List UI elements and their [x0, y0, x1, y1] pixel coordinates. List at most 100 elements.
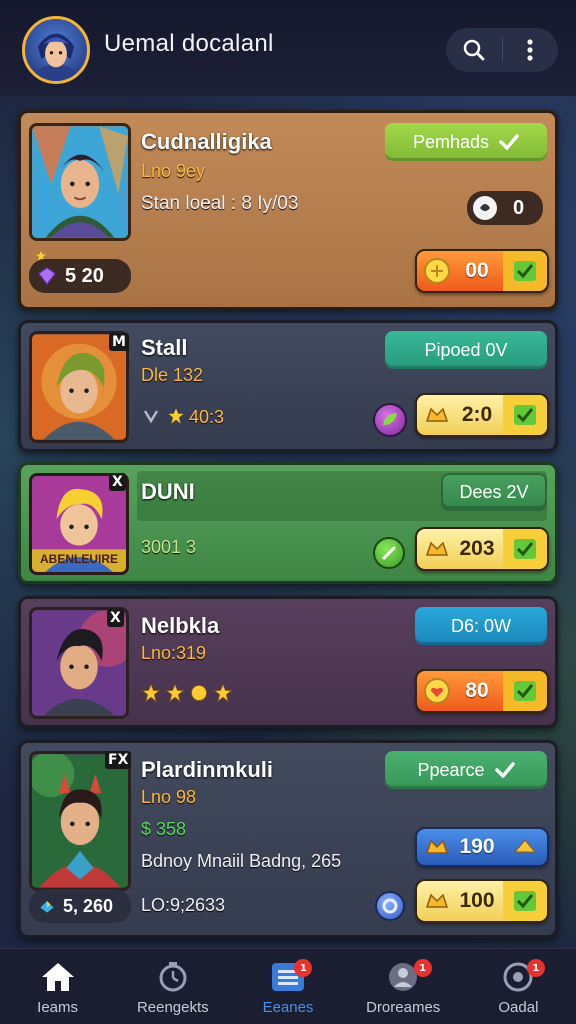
status-label: D6: 0W — [450, 615, 511, 636]
character-name: Nelbkla — [141, 613, 220, 638]
bottom-nav: Ieams Reengekts Eeanes 1 Droreames 1 Oad… — [0, 948, 576, 1024]
character-card[interactable]: M Stall Dle 132 40:3 Pipoed 0V 2:0 — [18, 320, 558, 452]
nav-label: Ieams — [37, 999, 79, 1016]
status-button[interactable]: D6: 0W — [415, 607, 547, 645]
rank-tag: X — [109, 473, 126, 491]
portrait-banner: ABENLEUIRE — [39, 552, 118, 566]
gem-counter: 5, 260 — [29, 889, 131, 923]
star-icon — [165, 683, 185, 703]
nav-label: Droreames — [366, 999, 441, 1016]
user-avatar[interactable] — [22, 16, 90, 84]
rank-tag: M — [109, 333, 129, 351]
character-card[interactable]: ABENLEUIRE X DUNI 3001 3 Dees 2V 203 — [18, 462, 558, 584]
nav-label: Eeanes — [262, 999, 314, 1016]
more-vertical-icon — [527, 39, 533, 61]
claim-button[interactable]: 100 — [415, 879, 549, 923]
check-icon — [514, 405, 536, 425]
star-icon — [141, 683, 161, 703]
badge-icon — [191, 685, 207, 701]
confirm-button[interactable] — [373, 537, 405, 569]
character-name: Cudnalligika — [141, 129, 272, 154]
counter-badge: 0 — [467, 191, 543, 225]
nav-item-drones[interactable]: Droreames 1 — [346, 949, 461, 1024]
claim-button[interactable]: 00 — [415, 249, 549, 293]
character-level: Lno 9ey — [141, 161, 206, 181]
status-button[interactable]: Dees 2V — [441, 473, 547, 511]
coin-icon — [473, 196, 497, 220]
star-icon — [168, 408, 184, 424]
action-value: 100 — [459, 889, 495, 912]
status-button[interactable]: Ppearce — [385, 751, 547, 789]
rank-tag: FX — [105, 751, 132, 769]
nav-item-records[interactable]: Reengekts — [115, 949, 230, 1024]
coin-icon — [425, 407, 449, 422]
boost-button[interactable] — [373, 403, 407, 437]
app-header: Uemal docalanl — [0, 0, 576, 96]
action-value: 80 — [465, 679, 489, 702]
character-card[interactable]: FX 5, 260 Plardinmkuli Lno 98 $ 358 Bdno… — [18, 740, 558, 938]
star-rating — [141, 683, 233, 703]
star-icon — [213, 683, 233, 703]
character-level: Lno:319 — [141, 643, 207, 663]
gem-icon — [40, 901, 54, 913]
gem-icon — [37, 266, 57, 286]
claim-button[interactable]: 203 — [415, 527, 549, 571]
action-value: 190 — [459, 835, 495, 858]
character-card[interactable]: X Nelbkla Lno:319 D6: 0W 80 — [18, 596, 558, 728]
claim-button[interactable]: 2:0 — [415, 393, 549, 437]
character-name: DUNI — [141, 479, 195, 504]
checkmark-icon — [494, 762, 515, 778]
rank-tag: X — [107, 609, 124, 627]
status-label: Dees 2V — [459, 481, 529, 502]
search-button[interactable] — [446, 28, 502, 72]
character-info: Stan loeal : 8 Iy/03 — [141, 193, 299, 214]
status-button[interactable]: Pipoed 0V — [385, 331, 547, 369]
check-icon — [514, 261, 536, 281]
gem-counter: 5 20 — [29, 259, 131, 293]
nav-item-games[interactable]: Eeanes 1 — [230, 949, 345, 1024]
heart-coin-icon — [424, 678, 450, 704]
coin-icon — [425, 893, 449, 908]
coin-icon — [424, 258, 450, 284]
leaf-icon — [383, 413, 397, 425]
character-bottom-info: LO:9;2633 — [141, 895, 226, 915]
character-info: Bdnoy Mnaiil Badng, 265 — [141, 851, 342, 871]
status-label: Pemhads — [412, 131, 490, 152]
timer-icon — [159, 962, 187, 992]
notification-badge: 1 — [526, 959, 545, 977]
info-button[interactable] — [375, 891, 405, 921]
status-button[interactable]: Pemhads — [385, 123, 547, 161]
nav-item-teams[interactable]: Ieams — [0, 949, 115, 1024]
header-actions — [446, 28, 558, 72]
nav-label: Oadal — [498, 999, 539, 1016]
character-stat: $ 358 — [141, 819, 187, 839]
nav-label: Reengekts — [136, 999, 209, 1016]
character-level: Lno 98 — [141, 787, 197, 807]
check-icon — [514, 539, 536, 559]
check-icon — [514, 681, 536, 701]
gold-icon — [513, 839, 537, 853]
nav-item-settings[interactable]: Oadal 1 — [461, 949, 576, 1024]
coin-icon — [425, 541, 449, 556]
gem-value: 5, 260 — [63, 895, 114, 916]
gem-value: 5 20 — [65, 264, 104, 287]
action-value: 00 — [465, 259, 489, 282]
claim-button[interactable]: 80 — [415, 669, 549, 713]
character-level: Dle 132 — [141, 365, 204, 385]
character-name: Plardinmkuli — [141, 757, 274, 782]
action-value: 203 — [459, 537, 495, 560]
upgrade-button[interactable]: 190 — [415, 827, 549, 867]
counter-value: 0 — [513, 196, 525, 219]
character-score: 3001 3 — [141, 537, 197, 557]
character-portrait — [29, 751, 131, 891]
character-portrait — [29, 123, 131, 241]
character-card[interactable]: 5 20 Cudnalligika Lno 9ey Stan loeal : 8… — [18, 110, 558, 310]
home-icon — [41, 963, 74, 991]
action-value: 2:0 — [461, 403, 493, 426]
status-label: Pipoed 0V — [424, 339, 508, 360]
more-button[interactable] — [502, 28, 558, 72]
character-name: Stall — [141, 335, 188, 360]
search-icon — [463, 39, 485, 61]
app-title: Uemal docalanl — [104, 30, 274, 57]
crown-icon — [425, 839, 449, 854]
